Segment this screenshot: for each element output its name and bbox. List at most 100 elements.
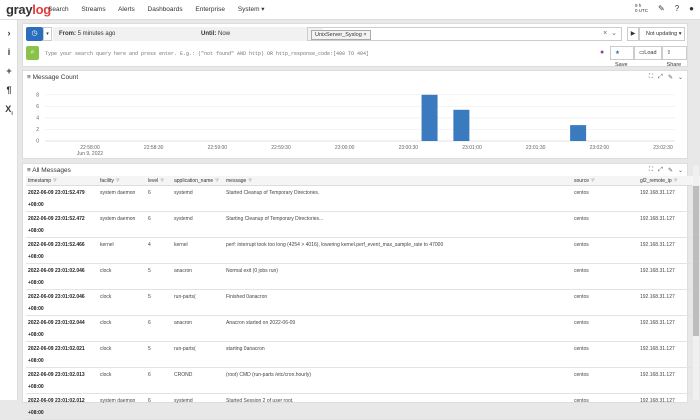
until-value: Now xyxy=(218,31,231,37)
drag-handle-icon[interactable]: ≡ xyxy=(27,74,31,81)
graylog-logo[interactable]: graylog xyxy=(6,2,51,17)
edit-icon[interactable]: ✎ xyxy=(658,4,665,13)
plus-icon[interactable]: + xyxy=(0,65,18,77)
clear-icon[interactable]: × xyxy=(603,30,607,37)
left-sidebar: › i + ¶ Xi xyxy=(0,20,18,400)
table-row[interactable]: 2022-06-09 23:01:52.479 +08:00 system dae… xyxy=(26,185,700,212)
chart-bar xyxy=(453,109,470,141)
column-header-gl2-remote-ip[interactable]: gl2_remote_ip ⧩ xyxy=(638,176,700,186)
column-header-source[interactable]: source ⧩ xyxy=(572,176,638,186)
cell-ip: 192.168.31.127 xyxy=(638,185,700,212)
user-icon[interactable]: ● xyxy=(689,4,694,13)
filter-icon[interactable]: ⧩ xyxy=(158,178,164,184)
filter-icon[interactable]: ⧩ xyxy=(51,178,56,184)
cell-level: 5 xyxy=(146,289,172,316)
remove-chip-icon[interactable]: × xyxy=(363,32,366,38)
cell-timestamp: 2022-06-09 23:01:02.046 +08:00 xyxy=(26,263,98,290)
column-header-application-name[interactable]: application_name ⧩ xyxy=(172,176,224,186)
table-row[interactable]: 2022-06-09 23:01:52.466 +08:00 kernel 4 ker… xyxy=(26,237,700,264)
more-icon[interactable]: ⌄ xyxy=(678,74,683,81)
cell-source: centos xyxy=(572,341,638,368)
share-button[interactable]: ⇪ Share xyxy=(661,46,687,68)
page-scrollbar[interactable] xyxy=(693,166,699,400)
parameters-icon[interactable]: Xi xyxy=(0,103,18,117)
x-tick-label: 23:01:00 xyxy=(462,145,482,151)
y-tick-label: 0 xyxy=(36,139,39,145)
drag-handle-icon[interactable]: ≡ xyxy=(27,167,31,174)
cell-facility: system daemon xyxy=(98,211,146,238)
stream-controls: × ⌄ xyxy=(603,29,617,37)
load-button[interactable]: ▭Load xyxy=(634,46,662,60)
nav-system[interactable]: System ▾ xyxy=(238,6,265,13)
table-row[interactable]: 2022-06-09 23:01:02.044 +08:00 clock 6 anac… xyxy=(26,315,700,342)
cell-facility: clock xyxy=(98,263,146,290)
column-header-facility[interactable]: facility ⧩ xyxy=(98,176,146,186)
widget-header: ≡ Message Count xyxy=(27,74,78,81)
expand-icon[interactable]: ⤢ xyxy=(658,74,663,81)
nav-streams[interactable]: Streams xyxy=(81,6,105,13)
table-row[interactable]: 2022-06-09 23:01:02.013 +08:00 clock 6 CRON… xyxy=(26,367,700,394)
filter-icon[interactable]: ⧩ xyxy=(672,178,677,184)
cell-timestamp: 2022-06-09 23:01:02.021 +08:00 xyxy=(26,341,98,368)
main-nav: Search Streams Alerts Dashboards Enterpr… xyxy=(48,5,276,13)
scrollbar-thumb[interactable] xyxy=(693,186,699,336)
cell-source: centos xyxy=(572,211,638,238)
y-tick-label: 6 xyxy=(36,104,39,110)
cell-app: CROND xyxy=(172,367,224,394)
lightbulb-icon[interactable]: ● xyxy=(600,49,604,56)
table-row[interactable]: 2022-06-09 23:01:02.012 +08:00 system dae… xyxy=(26,393,700,420)
help-icon[interactable]: ? xyxy=(675,4,679,13)
stream-chip[interactable]: UnixServer_Syslog × xyxy=(311,30,371,40)
nav-alerts[interactable]: Alerts xyxy=(118,6,135,13)
cell-message: Finished 0anacron xyxy=(224,289,572,316)
cell-level: 6 xyxy=(146,315,172,342)
x-tick-label: 22:58:30 xyxy=(144,145,164,151)
chevron-right-icon[interactable]: › xyxy=(0,27,18,39)
filter-icon[interactable]: ⧩ xyxy=(589,178,594,184)
focus-icon[interactable]: ⛶ xyxy=(649,74,653,81)
cell-level: 6 xyxy=(146,393,172,420)
chevron-down-icon[interactable]: ⌄ xyxy=(611,30,617,37)
column-header-timestamp[interactable]: timestamp ⧩ xyxy=(26,176,98,186)
save-button[interactable]: ★ Save xyxy=(610,46,635,68)
focus-icon[interactable]: ⛶ xyxy=(649,167,653,174)
edit-icon[interactable]: ✎ xyxy=(668,74,673,81)
table-row[interactable]: 2022-06-09 23:01:52.472 +08:00 system dae… xyxy=(26,211,700,238)
nav-search[interactable]: Search xyxy=(48,6,69,13)
cell-source: centos xyxy=(572,393,638,420)
edit-icon[interactable]: ✎ xyxy=(668,167,673,174)
expand-icon[interactable]: ⤢ xyxy=(658,167,663,174)
all-messages-widget: ≡ All Messages ⛶ ⤢ ✎ ⌄ timestamp ⧩ facili… xyxy=(22,163,700,420)
column-header-level[interactable]: level ⧩ xyxy=(146,176,172,186)
table-row[interactable]: 2022-06-09 23:01:02.021 +08:00 clock 5 run-… xyxy=(26,341,700,368)
more-icon[interactable]: ⌄ xyxy=(678,167,683,174)
table-row[interactable]: 2022-06-09 23:01:02.046 +08:00 clock 5 run-… xyxy=(26,289,700,316)
cell-source: centos xyxy=(572,367,638,394)
filter-icon[interactable]: ⧩ xyxy=(246,178,252,184)
time-range-type-button[interactable]: ◷ xyxy=(26,27,43,41)
star-icon: ★ xyxy=(615,50,620,56)
widget-actions: ⛶ ⤢ ✎ ⌄ xyxy=(649,167,683,174)
column-header-message[interactable]: message ⧩ xyxy=(224,176,572,186)
search-icon: ⌕ xyxy=(30,49,35,56)
filter-icon[interactable]: ⧩ xyxy=(114,178,119,184)
cell-message: starting 0anacron xyxy=(224,341,572,368)
time-range-display[interactable]: From: 5 minutes ago Until: Now xyxy=(53,27,323,41)
filter-icon[interactable]: ⧩ xyxy=(213,178,219,184)
time-range-dropdown[interactable]: ▾ xyxy=(43,27,52,41)
x-tick-label: 23:01:30 xyxy=(526,145,546,151)
info-icon[interactable]: i xyxy=(0,46,18,58)
search-query-input[interactable] xyxy=(43,46,612,62)
play-refresh-button[interactable]: ▶ xyxy=(627,27,639,41)
nav-dashboards[interactable]: Dashboards xyxy=(148,6,183,13)
refresh-interval-dropdown[interactable]: Not updating ▾ xyxy=(639,27,685,41)
stream-selector[interactable]: UnixServer_Syslog × × ⌄ xyxy=(307,27,622,41)
caret-down-icon: ▾ xyxy=(678,31,682,37)
table-row[interactable]: 2022-06-09 23:01:02.046 +08:00 clock 5 anac… xyxy=(26,263,700,290)
search-button[interactable]: ⌕ xyxy=(26,46,39,60)
x-tick-label: 23:02:30 xyxy=(653,145,673,151)
nav-enterprise[interactable]: Enterprise xyxy=(195,6,225,13)
query-actions: ★ Save ▭Load ⇪ Share xyxy=(610,46,687,68)
paragraph-icon[interactable]: ¶ xyxy=(0,84,18,96)
cell-source: centos xyxy=(572,237,638,264)
